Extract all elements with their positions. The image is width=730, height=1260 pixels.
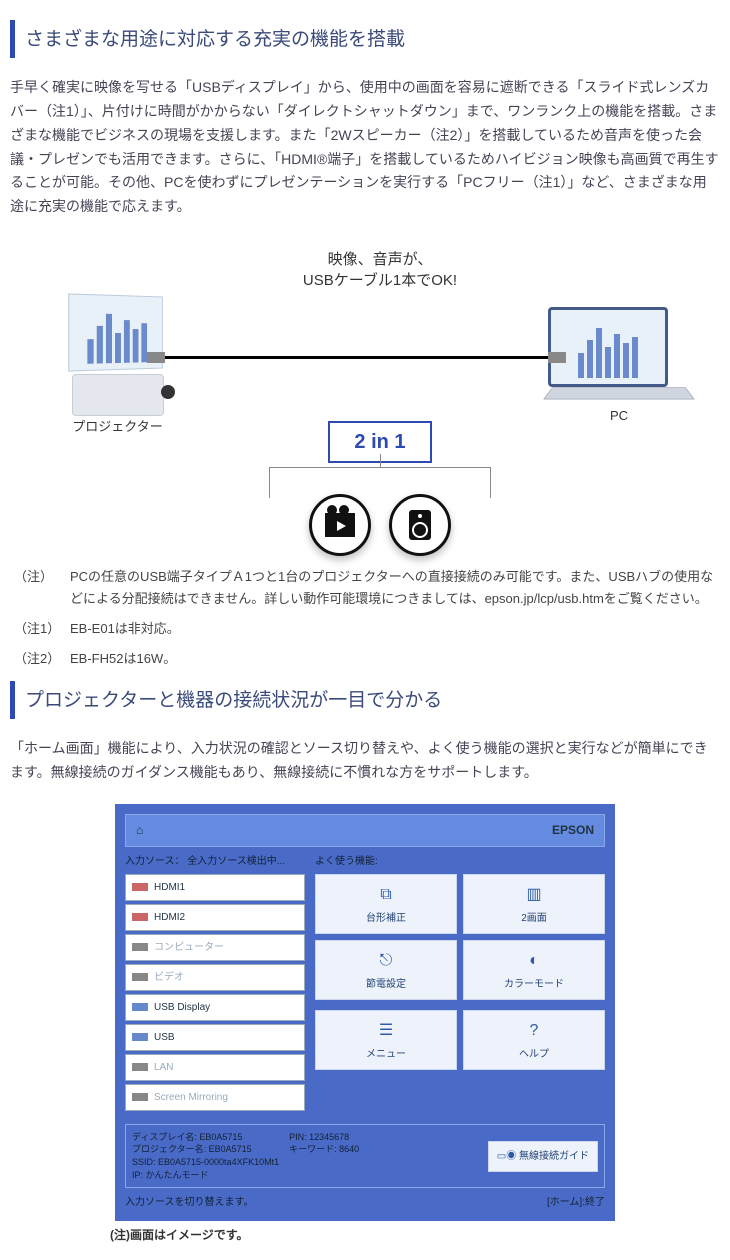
func-label: カラーモード xyxy=(504,979,564,990)
diagram-line1: 映像、音声が、 xyxy=(328,251,433,268)
source-button[interactable]: USB Display xyxy=(125,994,305,1021)
func-label: ヘルプ xyxy=(519,1049,549,1060)
home-bottom-right: [ホーム]:終了 xyxy=(547,1194,605,1211)
func-button[interactable]: ◐ カラーモード xyxy=(463,940,605,1000)
note-body: PCの任意のUSB端子タイプＡ1つと1台のプロジェクターへの直接接続のみ可能です… xyxy=(70,566,716,610)
home-info-panel: ディスプレイ名: EB0A5715プロジェクター名: EB0A5715SSID:… xyxy=(125,1124,605,1188)
pc-label: PC xyxy=(548,405,690,427)
source-button[interactable]: USB xyxy=(125,1024,305,1051)
func-button[interactable]: ⎋ 節電設定 xyxy=(315,940,457,1000)
notes-block: （注）PCの任意のUSB端子タイプＡ1つと1台のプロジェクターへの直接接続のみ可… xyxy=(10,566,720,670)
projector-icon xyxy=(72,374,164,416)
home-caption: (注)画面はイメージです。 xyxy=(110,1225,720,1245)
func-icon: ⧉ xyxy=(320,881,452,908)
info-line: PIN: 12345678 xyxy=(289,1131,359,1144)
pc-graphic: PC xyxy=(548,307,690,427)
plug-icon xyxy=(132,883,148,891)
source-button[interactable]: HDMI1 xyxy=(125,874,305,901)
home-icon: ⌂ xyxy=(136,820,143,840)
note-row: （注2）EB-FH52は16W。 xyxy=(14,648,716,670)
func-label: 節電設定 xyxy=(366,979,406,990)
wireless-guide-label: 無線接続ガイド xyxy=(519,1151,589,1162)
source-label: HDMI1 xyxy=(154,879,185,896)
home-screen-mock: ⌂ EPSON 入力ソース： 全入力ソース検出中... HDMI1 HDMI2 コン… xyxy=(115,804,615,1221)
plug-icon xyxy=(132,913,148,921)
source-label: Screen Mirroring xyxy=(154,1089,228,1106)
home-top-bar: ⌂ EPSON xyxy=(125,814,605,846)
wireless-guide-button[interactable]: ▭◉ 無線接続ガイド xyxy=(488,1141,598,1172)
diagram-line2: USBケーブル1本でOK! xyxy=(303,272,457,289)
func-icon: ⎋ xyxy=(320,947,452,974)
func-icon: ◐ xyxy=(468,947,600,974)
note-row: （注1）EB-E01は非対応。 xyxy=(14,618,716,640)
section2-paragraph: 「ホーム画面」機能により、入力状況の確認とソース切り替えや、よく使う機能の選択と… xyxy=(10,737,720,785)
note-row: （注）PCの任意のUSB端子タイプＡ1つと1台のプロジェクターへの直接接続のみ可… xyxy=(14,566,716,610)
func-title: よく使う機能: xyxy=(315,853,605,870)
section1-paragraph: 手早く確実に映像を写せる「USBディスプレイ」から、使用中の画面を容易に遮断でき… xyxy=(10,76,720,219)
note-body: EB-FH52は16W。 xyxy=(70,648,716,670)
usb-2in1-diagram: 映像、音声が、 USBケーブル1本でOK! プロジェクター PC 2 in 1 xyxy=(10,239,720,566)
source-label: コンピューター xyxy=(154,939,224,956)
plug-icon xyxy=(132,943,148,951)
plug-icon xyxy=(132,1033,148,1041)
func-button[interactable]: ? ヘルプ xyxy=(463,1010,605,1070)
source-button[interactable]: ビデオ xyxy=(125,964,305,991)
func-icon: ▥ xyxy=(468,881,600,908)
diagram-top-label: 映像、音声が、 USBケーブル1本でOK! xyxy=(70,249,690,291)
home-bottom-left: 入力ソースを切り替えます。 xyxy=(125,1194,254,1211)
func-label: 台形補正 xyxy=(366,913,406,924)
info-line: IP: かんたんモード xyxy=(132,1169,279,1182)
info-line: ディスプレイ名: EB0A5715 xyxy=(132,1131,279,1144)
func-icon: ? xyxy=(468,1017,600,1044)
source-label: USB Display xyxy=(154,999,210,1016)
projector-label: プロジェクター xyxy=(70,416,165,438)
laptop-base-icon xyxy=(543,387,695,399)
brand-label: EPSON xyxy=(552,820,594,840)
func-label: 2画面 xyxy=(521,913,547,924)
projector-graphic: プロジェクター xyxy=(70,295,165,438)
plug-icon xyxy=(132,1003,148,1011)
source-label: USB xyxy=(154,1029,175,1046)
cable-icon xyxy=(165,356,548,359)
info-line: SSID: EB0A5715-0000ta4XFK10Mt1 xyxy=(132,1156,279,1169)
plug-icon xyxy=(132,1063,148,1071)
source-label: LAN xyxy=(154,1059,173,1076)
src-title: 入力ソース： 全入力ソース検出中... xyxy=(125,853,305,870)
speaker-icon xyxy=(389,494,451,556)
source-button[interactable]: LAN xyxy=(125,1054,305,1081)
wireless-icon: ▭◉ xyxy=(497,1151,516,1162)
plug-icon xyxy=(132,973,148,981)
source-button[interactable]: コンピューター xyxy=(125,934,305,961)
func-label: メニュー xyxy=(366,1049,406,1060)
func-button[interactable]: ☰ メニュー xyxy=(315,1010,457,1070)
note-label: （注） xyxy=(14,566,70,610)
source-label: ビデオ xyxy=(154,969,184,986)
section2-title: プロジェクターと機器の接続状況が一目で分かる xyxy=(10,681,720,719)
video-icon xyxy=(309,494,371,556)
func-icon: ☰ xyxy=(320,1017,452,1044)
note-label: （注1） xyxy=(14,618,70,640)
source-button[interactable]: Screen Mirroring xyxy=(125,1084,305,1111)
note-body: EB-E01は非対応。 xyxy=(70,618,716,640)
func-button[interactable]: ⧉ 台形補正 xyxy=(315,874,457,934)
info-line: キーワード: 8640 xyxy=(289,1143,359,1156)
func-button[interactable]: ▥ 2画面 xyxy=(463,874,605,934)
note-label: （注2） xyxy=(14,648,70,670)
laptop-screen-icon xyxy=(548,307,668,387)
section1-title: さまざまな用途に対応する充実の機能を搭載 xyxy=(10,20,720,58)
source-label: HDMI2 xyxy=(154,909,185,926)
source-button[interactable]: HDMI2 xyxy=(125,904,305,931)
split-line xyxy=(269,467,491,498)
info-line: プロジェクター名: EB0A5715 xyxy=(132,1143,279,1156)
plug-icon xyxy=(132,1093,148,1101)
